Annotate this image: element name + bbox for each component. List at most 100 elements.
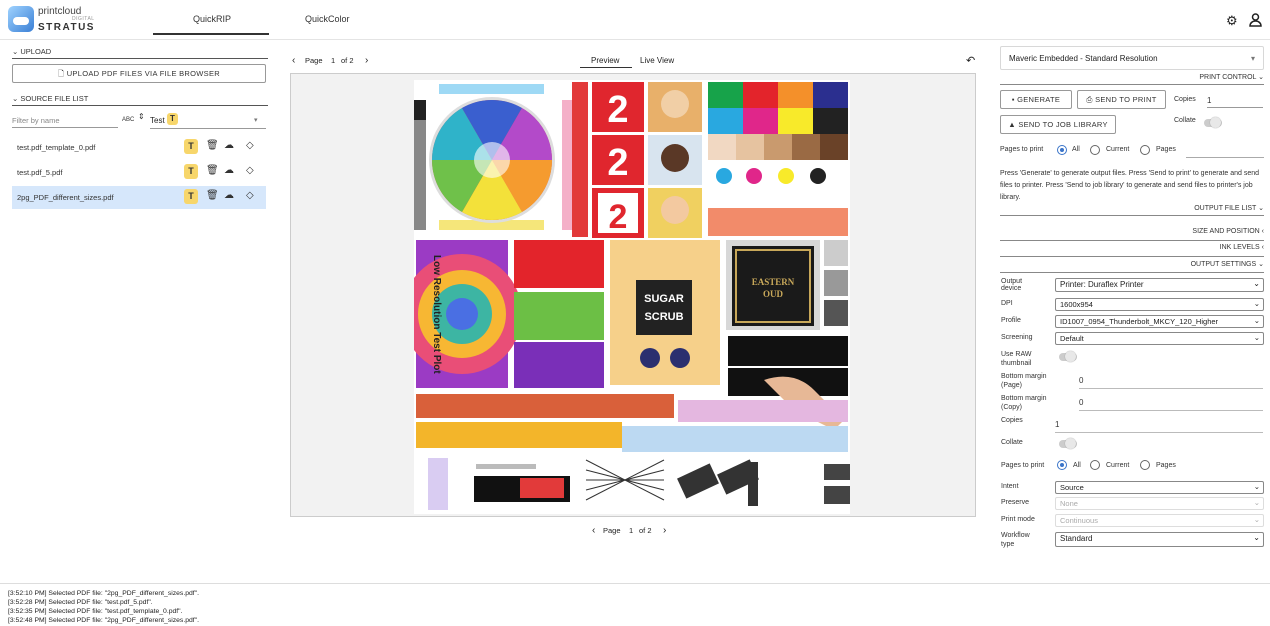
type-badge[interactable]: T	[184, 139, 198, 154]
output-settings-header[interactable]: OUTPUT SETTINGS ⌄	[1000, 260, 1264, 268]
dpi-select[interactable]: 1600x954 ⌄	[1055, 298, 1264, 311]
type-badge: T	[167, 113, 178, 125]
sort-toggle[interactable]: ABC	[122, 117, 134, 123]
sort-arrows-icon[interactable]: ⇕	[138, 112, 145, 121]
file-row[interactable]: test.pdf_template_0.pdf T 🗑 ☁ ◇	[12, 136, 266, 159]
preserve-select[interactable]: None ⌄	[1055, 497, 1264, 510]
filter-input[interactable]: Filter by name	[12, 116, 118, 128]
upload-section-header[interactable]: ⌄ UPLOAD	[12, 47, 268, 59]
tab-live-view[interactable]: Live View	[640, 56, 674, 65]
collate-setting-toggle[interactable]	[1059, 438, 1077, 449]
delete-icon[interactable]: 🗑	[206, 190, 219, 201]
cloud-upload-icon[interactable]: ☁	[224, 140, 234, 151]
undo-icon[interactable]: ↶	[966, 54, 975, 67]
ink-levels-header[interactable]: INK LEVELS ‹	[1000, 244, 1264, 251]
radio-all-setting[interactable]	[1057, 460, 1067, 470]
radio-all-label: All	[1072, 146, 1080, 153]
cloud-upload-icon[interactable]: ☁	[224, 190, 234, 201]
radio-current-setting-label: Current	[1106, 462, 1130, 469]
svg-text:2: 2	[609, 198, 628, 236]
radio-current[interactable]	[1090, 145, 1100, 155]
page-label: Page	[305, 56, 323, 65]
radio-pages-setting[interactable]	[1140, 460, 1150, 470]
device-select[interactable]: Maveric Embedded - Standard Resolution ▾	[1000, 46, 1264, 70]
radio-all-setting-label: All	[1073, 462, 1081, 469]
divider	[1000, 272, 1264, 273]
upload-pdf-button[interactable]: 🗋 UPLOAD PDF FILES VIA FILE BROWSER	[12, 64, 266, 83]
radio-pages-setting-label: Pages	[1156, 462, 1176, 469]
copies-input[interactable]: 1	[1207, 96, 1263, 108]
preview-tab-indicator	[580, 67, 632, 68]
print-mode-label: Print mode	[1001, 516, 1035, 523]
generate-button[interactable]: ▪ GENERATE	[1000, 90, 1072, 109]
pages-to-print-setting-label: Pages to print	[1001, 462, 1045, 469]
send-to-job-library-button[interactable]: ▲ SEND TO JOB LIBRARY	[1000, 115, 1116, 134]
preserve-label: Preserve	[1001, 499, 1030, 506]
divider	[1000, 256, 1264, 257]
tab-quickcolor[interactable]: QuickColor	[305, 14, 350, 24]
next-page-icon-bottom[interactable]: ›	[663, 525, 666, 536]
page-label-bottom: Page	[603, 526, 621, 535]
log-line: [3:52:28 PM] Selected PDF file: "test.pd…	[8, 599, 153, 606]
tab-preview[interactable]: Preview	[591, 56, 619, 65]
send-to-print-button[interactable]: ⎙ SEND TO PRINT	[1077, 90, 1166, 109]
collate-toggle[interactable]	[1204, 117, 1222, 128]
delete-icon[interactable]: 🗑	[206, 165, 219, 176]
workflow-type-select[interactable]: Standard ⌄	[1055, 532, 1264, 547]
divider	[1000, 240, 1264, 241]
tag-icon[interactable]: ◇	[246, 190, 254, 201]
library-icon: ▲	[1008, 120, 1019, 129]
size-position-header[interactable]: SIZE AND POSITION ‹	[1000, 228, 1264, 235]
intent-select[interactable]: Source ⌄	[1055, 481, 1264, 494]
dropdown-arrow-icon[interactable]: ▾	[254, 116, 258, 124]
file-icon: 🗋	[58, 69, 67, 78]
radio-all[interactable]	[1057, 145, 1067, 155]
type-filter-select[interactable]: Test	[150, 116, 165, 125]
copies-setting-input[interactable]: 1	[1055, 420, 1263, 433]
prev-page-icon[interactable]: ‹	[292, 55, 295, 66]
bottom-margin-page-input[interactable]: 0	[1079, 376, 1263, 389]
radio-current-label: Current	[1106, 146, 1130, 153]
help-text: Press 'Generate' to generate output file…	[1000, 170, 1260, 201]
radio-current-setting[interactable]	[1090, 460, 1100, 470]
settings-gear-icon[interactable]: ⚙	[1226, 13, 1238, 29]
cloud-upload-icon[interactable]: ☁	[224, 165, 234, 176]
user-icon[interactable]	[1249, 13, 1262, 30]
artwork-title: Low Resolution Test Plot	[431, 255, 442, 374]
dpi-label: DPI	[1001, 300, 1013, 307]
delete-icon[interactable]: 🗑	[206, 140, 219, 151]
print-control-header[interactable]: PRINT CONTROL ⌄	[1000, 73, 1264, 81]
profile-select[interactable]: ID1007_0954_Thunderbolt_MKCY_120_Higher ⌄	[1055, 315, 1264, 328]
output-device-select[interactable]: Printer: Duraflex Printer ⌄	[1055, 278, 1264, 292]
page-current[interactable]: 1	[331, 56, 335, 65]
tab-quickrip[interactable]: QuickRIP	[193, 14, 231, 24]
bottom-margin-copy-input[interactable]: 0	[1079, 398, 1263, 411]
screening-label: Screening	[1001, 334, 1033, 341]
radio-pages[interactable]	[1140, 145, 1150, 155]
pages-input[interactable]	[1186, 157, 1264, 158]
chevron-down-icon: ⌄	[1253, 498, 1260, 507]
output-file-list-header[interactable]: OUTPUT FILE LIST ⌄	[1000, 204, 1264, 212]
output-device-label: Output device	[1001, 278, 1023, 292]
prev-page-icon-bottom[interactable]: ‹	[592, 525, 595, 536]
file-row[interactable]: test.pdf_5.pdf T 🗑 ☁ ◇	[12, 161, 266, 184]
log-line: [3:52:35 PM] Selected PDF file: "test.pd…	[8, 608, 183, 615]
tag-icon[interactable]: ◇	[246, 140, 254, 151]
page-current-bottom[interactable]: 1	[629, 526, 633, 535]
intent-label: Intent	[1001, 483, 1019, 490]
tag-icon[interactable]: ◇	[246, 165, 254, 176]
next-page-icon[interactable]: ›	[365, 55, 368, 66]
source-file-list-header[interactable]: ⌄ SOURCE FILE LIST	[12, 94, 268, 106]
barcode-lines	[585, 459, 665, 501]
print-mode-select[interactable]: Continuous ⌄	[1055, 514, 1264, 527]
raw-thumbnail-toggle[interactable]	[1059, 351, 1077, 362]
chevron-down-icon: ⌄	[1253, 279, 1260, 288]
copies-setting-label: Copies	[1001, 417, 1023, 424]
type-badge[interactable]: T	[184, 189, 198, 204]
svg-text:EASTERN: EASTERN	[752, 277, 795, 287]
chevron-down-icon: ⌄	[1253, 299, 1260, 308]
screening-select[interactable]: Default ⌄	[1055, 332, 1264, 345]
svg-text:2: 2	[607, 89, 628, 131]
type-badge[interactable]: T	[184, 164, 198, 179]
file-row-selected[interactable]: 2pg_PDF_different_sizes.pdf T 🗑 ☁ ◇	[12, 186, 266, 209]
